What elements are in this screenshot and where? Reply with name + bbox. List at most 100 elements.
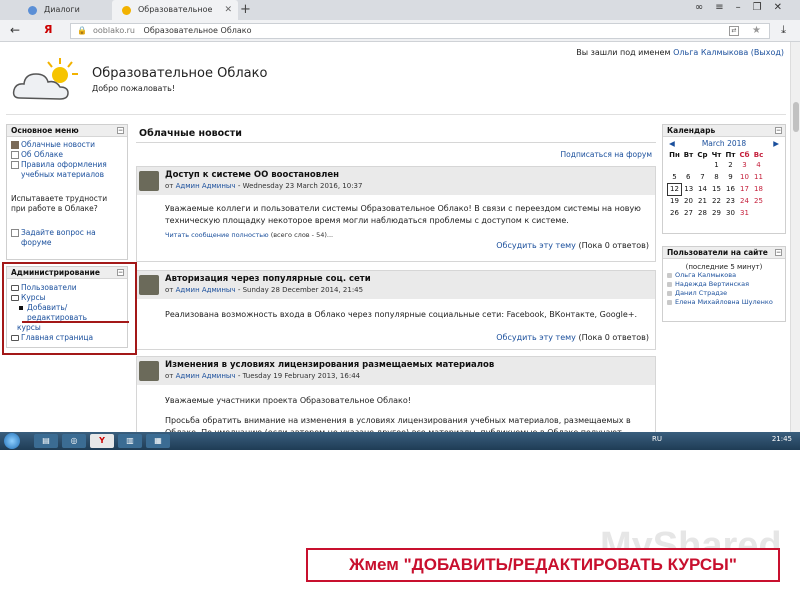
calendar-day[interactable]: 10 [738, 171, 752, 183]
discuss-link[interactable]: Обсудить эту тему [496, 333, 576, 342]
post-footer: Обсудить эту тему (Пока 0 ответов) [496, 241, 649, 250]
start-button[interactable] [4, 433, 20, 449]
post-header: Авторизация через популярные соц. сети о… [137, 271, 655, 299]
calendar-day[interactable]: 24 [738, 195, 752, 207]
scrollbar-thumb[interactable] [793, 102, 799, 132]
online-user-link[interactable]: Надежда Вертинская [663, 280, 785, 289]
windows-taskbar: ▤ ◎ Y ▥ ▦ RU 21:45 [0, 432, 800, 450]
bullet-icon [19, 306, 23, 310]
author-avatar[interactable] [139, 171, 159, 191]
calendar-weekday: Вс [753, 151, 764, 159]
menu-item-about[interactable]: Об Облаке [7, 150, 127, 160]
collapse-icon[interactable]: − [117, 127, 124, 134]
next-month-icon[interactable]: ▶ [773, 137, 779, 151]
menu-item-rules[interactable]: Правила оформления учебных материалов [7, 160, 127, 180]
collapse-icon[interactable]: − [117, 269, 124, 276]
author-link[interactable]: Админ Админыч [176, 372, 236, 380]
calendar-day[interactable]: 21 [696, 195, 710, 207]
user-name-link[interactable]: Ольга Калмыкова [673, 48, 748, 57]
online-user-link[interactable]: Данил Страдзе [663, 289, 785, 298]
calendar-day[interactable]: 19 [668, 195, 682, 207]
chrome-icon[interactable]: ◎ [62, 434, 86, 448]
calendar-grid: Пн Вт Ср Чт Пт Сб Вс 1 2 3 4 5 6 7 8 9 10 11 12 13 14 15 16 17… [667, 151, 766, 219]
calendar-day[interactable]: 17 [738, 183, 752, 195]
calendar-day[interactable]: 16 [724, 183, 738, 195]
clock[interactable]: 21:45 [772, 435, 792, 443]
new-tab-icon[interactable]: + [240, 2, 251, 17]
discuss-link[interactable]: Обсудить эту тему [496, 241, 576, 250]
calendar-day[interactable]: 7 [696, 171, 710, 183]
calendar-day[interactable]: 26 [668, 207, 682, 219]
calendar-day[interactable]: 8 [710, 171, 724, 183]
calendar-day[interactable]: 12 [667, 182, 682, 196]
admin-home-link[interactable]: Главная страница [7, 333, 127, 343]
calendar-day[interactable]: 5 [668, 171, 682, 183]
presentation-icon[interactable]: ▦ [146, 434, 170, 448]
menu-icon[interactable]: ≡ [715, 2, 735, 13]
download-icon[interactable]: ⤓ [781, 23, 786, 37]
calendar-day[interactable]: 28 [696, 207, 710, 219]
calendar-day[interactable]: 27 [682, 207, 696, 219]
menu-item-forum[interactable]: Задайте вопрос на форуме [7, 228, 127, 248]
logout-link[interactable]: (Выход) [751, 48, 784, 57]
glasses-icon[interactable]: ∞ [695, 2, 715, 13]
prev-month-icon[interactable]: ◀ [669, 137, 675, 151]
author-link[interactable]: Админ Админыч [176, 286, 236, 294]
yandex-browser-icon[interactable]: Y [90, 434, 114, 448]
translate-icon[interactable]: ⇄ [729, 26, 739, 36]
calendar-day[interactable]: 30 [724, 207, 738, 219]
calendar-day[interactable]: 3 [738, 159, 752, 171]
calendar-day[interactable]: 20 [682, 195, 696, 207]
subscribe-link[interactable]: Подписаться на форум [561, 150, 652, 159]
author-avatar[interactable] [139, 275, 159, 295]
admin-users-link[interactable]: Пользователи [7, 283, 127, 293]
online-user-link[interactable]: Ольга Калмыкова [663, 271, 785, 280]
back-arrow-icon[interactable]: ← [10, 23, 20, 37]
window-controls[interactable]: ∞≡–❐✕ [695, 2, 794, 13]
close-tab-icon[interactable]: ✕ [224, 0, 232, 20]
language-indicator[interactable]: RU [652, 435, 662, 443]
post-title: Авторизация через популярные соц. сети [165, 274, 371, 284]
calendar-day[interactable]: 18 [752, 183, 766, 195]
site-name[interactable]: Образовательное Облако [92, 66, 267, 81]
minimize-icon[interactable]: – [736, 2, 753, 13]
calendar-day[interactable]: 22 [710, 195, 724, 207]
calendar-day[interactable]: 31 [738, 207, 752, 219]
calendar-day[interactable]: 9 [724, 171, 738, 183]
admin-courses-link[interactable]: Курсы [7, 293, 127, 303]
calendar-day[interactable]: 6 [682, 171, 696, 183]
collapse-icon[interactable]: − [775, 249, 782, 256]
calendar-day[interactable]: 4 [752, 159, 766, 171]
menu-item-news[interactable]: Облачные новости [7, 140, 127, 150]
bookmark-star-icon[interactable]: ★ [752, 24, 761, 38]
admin-add-edit-courses-link[interactable]: Добавить/редактировать [7, 303, 127, 323]
yandex-logo[interactable]: Я [44, 23, 52, 36]
calendar-day[interactable]: 15 [710, 183, 724, 195]
calendar-weekday: Пн [669, 151, 680, 159]
calendar-day[interactable]: 23 [724, 195, 738, 207]
close-window-icon[interactable]: ✕ [774, 2, 794, 13]
author-link[interactable]: Админ Админыч [176, 182, 236, 190]
calendar-day[interactable]: 1 [710, 159, 724, 171]
page-scrollbar[interactable] [790, 42, 800, 432]
calendar-day[interactable]: 13 [682, 183, 696, 195]
author-avatar[interactable] [139, 361, 159, 381]
calendar-day[interactable]: 2 [724, 159, 738, 171]
collapse-icon[interactable]: − [775, 127, 782, 134]
post-footer: Обсудить эту тему (Пока 0 ответов) [496, 333, 649, 342]
month-label[interactable]: March 2018 [702, 139, 746, 148]
post-meta: от Админ Админыч - Tuesday 19 February 2… [165, 372, 361, 380]
url-input[interactable]: 🔒 ooblako.ru Образовательное Облако ⇄ ★ [70, 23, 770, 39]
restore-icon[interactable]: ❐ [753, 2, 774, 13]
app-icon[interactable]: ▥ [118, 434, 142, 448]
calendar-day[interactable]: 11 [752, 171, 766, 183]
admin-add-edit-courses-link-line2[interactable]: курсы [7, 323, 127, 333]
calendar-day[interactable]: 25 [752, 195, 766, 207]
read-more-link[interactable]: Читать сообщение полностью [165, 231, 269, 239]
explorer-icon[interactable]: ▤ [34, 434, 58, 448]
tab-dialogs[interactable]: Диалоги [18, 0, 110, 20]
calendar-day[interactable]: 29 [710, 207, 724, 219]
calendar-day[interactable]: 14 [696, 183, 710, 195]
tab-ooblako[interactable]: Образовательное Облако ✕ [112, 0, 238, 34]
online-user-link[interactable]: Елена Михайловна Шуленко [663, 298, 785, 307]
